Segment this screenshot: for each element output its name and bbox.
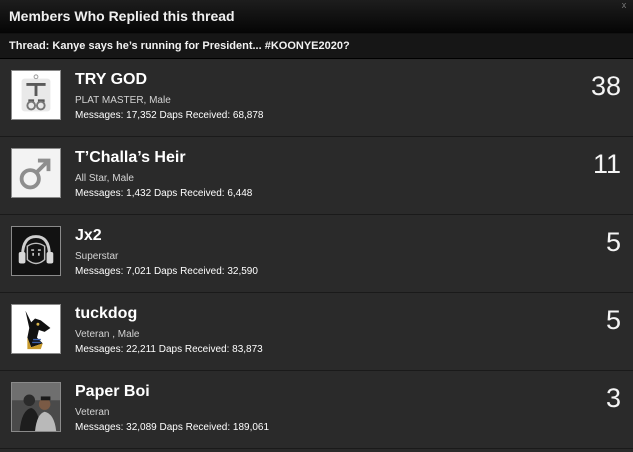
reply-count: 11 <box>592 149 621 179</box>
messages-count: 17,352 <box>126 110 157 121</box>
reply-count: 5 <box>605 227 621 257</box>
member-title: All Star, Male <box>75 173 134 184</box>
avatar[interactable] <box>11 148 61 198</box>
avatar[interactable] <box>11 382 61 432</box>
daps-count: 32,590 <box>227 266 258 277</box>
member-name[interactable]: tuckdog <box>75 305 137 323</box>
avatar[interactable] <box>11 226 61 276</box>
dialog-title: Members Who Replied this thread <box>9 8 235 24</box>
daps-count: 189,061 <box>232 422 270 433</box>
avatar[interactable] <box>11 304 61 354</box>
reply-count: 3 <box>605 383 621 413</box>
member-stats: Messages: 1,432 Daps Received: 6,448 <box>75 188 252 199</box>
reply-count: 38 <box>590 71 621 101</box>
messages-count: 32,089 <box>126 422 157 433</box>
messages-label: Messages: <box>75 110 124 121</box>
member-row: TRY GOD PLAT MASTER, Male Messages: 17,3… <box>0 59 633 137</box>
thread-prefix: Thread: <box>9 40 50 52</box>
messages-count: 22,211 <box>126 344 156 355</box>
member-name[interactable]: Paper Boi <box>75 383 150 401</box>
dialog-titlebar: Members Who Replied this thread x <box>0 0 633 34</box>
avatar[interactable] <box>11 70 61 120</box>
daps-label: Daps Received: <box>153 266 225 277</box>
member-row: T’Challa’s Heir All Star, Male Messages:… <box>0 137 633 215</box>
anubis-icon <box>12 305 60 353</box>
member-row: tuckdog Veteran , Male Messages: 22,211 … <box>0 293 633 371</box>
male-symbol-icon <box>12 149 60 197</box>
reply-count: 5 <box>605 305 621 335</box>
member-name[interactable]: TRY GOD <box>75 71 147 89</box>
thread-reference: Thread: Kanye says he’s running for Pres… <box>9 40 350 52</box>
close-icon[interactable]: x <box>619 0 629 10</box>
messages-count: 7,021 <box>126 266 152 277</box>
messages-label: Messages: <box>75 188 124 199</box>
member-title: Veteran <box>75 407 110 418</box>
messages-label: Messages: <box>75 344 124 355</box>
daps-label: Daps Received: <box>153 188 225 199</box>
photo-avatar-icon <box>12 383 60 431</box>
daps-count: 6,448 <box>227 188 253 199</box>
member-stats: Messages: 32,089 Daps Received: 189,061 <box>75 422 269 433</box>
member-row: Paper Boi Veteran Messages: 32,089 Daps … <box>0 371 633 449</box>
thread-title[interactable]: Kanye says he’s running for President...… <box>52 40 349 52</box>
member-stats: Messages: 17,352 Daps Received: 68,878 <box>75 110 263 121</box>
member-name[interactable]: Jx2 <box>75 227 102 245</box>
member-list: TRY GOD PLAT MASTER, Male Messages: 17,3… <box>0 59 633 449</box>
member-title: Veteran , Male <box>75 329 140 340</box>
daps-label: Daps Received: <box>159 110 231 121</box>
member-stats: Messages: 22,211 Daps Received: 83,873 <box>75 344 263 355</box>
member-row: Jx2 Superstar Messages: 7,021 Daps Recei… <box>0 215 633 293</box>
headphones-face-icon <box>12 227 60 275</box>
thread-subheader: Thread: Kanye says he’s running for Pres… <box>0 34 633 59</box>
messages-count: 1,432 <box>126 188 152 199</box>
daps-count: 68,878 <box>232 110 264 121</box>
member-title: Superstar <box>75 251 119 262</box>
messages-label: Messages: <box>75 266 124 277</box>
member-stats: Messages: 7,021 Daps Received: 32,590 <box>75 266 258 277</box>
daps-label: Daps Received: <box>159 422 231 433</box>
member-title: PLAT MASTER, Male <box>75 95 171 106</box>
daps-label: Daps Received: <box>158 344 230 355</box>
members-replied-dialog: Members Who Replied this thread x Thread… <box>0 0 633 452</box>
daps-count: 83,873 <box>232 344 263 355</box>
member-name[interactable]: T’Challa’s Heir <box>75 149 186 167</box>
try-god-pendant-avatar-icon <box>12 71 60 119</box>
messages-label: Messages: <box>75 422 124 433</box>
